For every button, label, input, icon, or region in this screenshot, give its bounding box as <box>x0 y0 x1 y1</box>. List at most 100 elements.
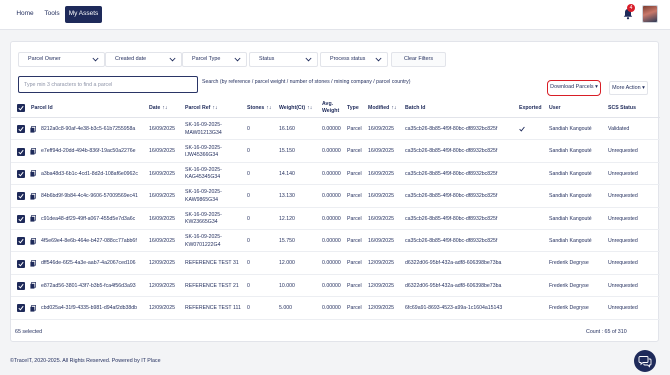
select-all-checkbox[interactable] <box>17 104 25 112</box>
row-checkbox[interactable] <box>17 259 25 268</box>
table-row[interactable]: dff546de-6f25-4a3e-aab7-4a2067ced106 12/0… <box>11 252 660 275</box>
copy-icon[interactable] <box>30 304 36 312</box>
col-stones[interactable]: Stones ↑↓ <box>247 105 271 112</box>
cell-parcel-id[interactable]: e872ad56-3801-43f7-b3b5-fca4f56d3a93 <box>41 283 136 290</box>
cell-type: Parcel <box>347 305 362 312</box>
copy-icon[interactable] <box>30 260 36 267</box>
check-icon <box>18 261 24 267</box>
col-modified-label: Modified <box>368 105 390 111</box>
cell-user: Sandiah Kangouté <box>549 193 592 200</box>
row-checkbox[interactable] <box>17 237 25 246</box>
copy-icon[interactable] <box>30 192 36 200</box>
cell-scs-status: Unrequested <box>608 305 638 312</box>
cell-parcel-ref: SK-16-09-2025- <box>185 211 222 218</box>
col-avg-weight[interactable]: Avg. Weight <box>322 101 344 114</box>
cell-parcel-id[interactable]: 4f5e69e4-8e6b-464e-b427-088cc77abb6f <box>41 238 137 245</box>
more-action-button[interactable]: More Action ▾ <box>609 81 648 95</box>
table-row[interactable]: 4f5e69e4-8e6b-464e-b427-088cc77abb6f 16/0… <box>11 230 660 253</box>
parcel-search-input[interactable] <box>18 76 198 93</box>
process-status-filter[interactable]: Process status <box>320 52 388 67</box>
col-modified[interactable]: Modified ↑↓ <box>368 105 397 112</box>
col-batch-id[interactable]: Batch Id <box>405 105 425 112</box>
cell-batch-id: ca35cb26-8b85-4f9f-80bc-df8932bc825f <box>405 125 498 132</box>
row-checkbox[interactable] <box>17 214 25 223</box>
cell-avg-weight: 0.00000 <box>322 170 341 177</box>
notification-badge: 4 <box>627 4 635 12</box>
parcel-type-filter[interactable]: Parcel Type <box>182 52 247 67</box>
cell-parcel-id[interactable]: cbd025a4-31f9-4335-b981-d94af2db38db <box>41 305 137 312</box>
cell-user: Sandiah Kangouté <box>549 148 592 155</box>
row-checkbox[interactable] <box>17 304 25 313</box>
cell-parcel-id[interactable]: 84b6bd9f-9b84-4c4c-9606-57009569ec41 <box>41 193 138 200</box>
parcel-owner-filter[interactable]: Parcel Owner <box>18 52 105 67</box>
col-user[interactable]: User <box>549 105 561 112</box>
nav-my-assets[interactable]: My Assets <box>65 6 102 23</box>
copy-icon[interactable] <box>30 125 36 133</box>
col-date-label: Date <box>149 105 161 111</box>
created-date-filter[interactable]: Created date <box>105 52 182 67</box>
cell-user: Sandiah Kangouté <box>549 215 592 222</box>
col-parcel-ref[interactable]: Parcel Ref ↑↓ <box>185 105 218 112</box>
chevron-down-icon <box>169 57 176 62</box>
table-row[interactable]: 8212a0c8-90af-4e38-b3c5-61b7255958a 16/09… <box>11 118 660 141</box>
cell-stones: 0 <box>247 125 250 132</box>
cell-modified: 12/09/2025 <box>368 305 394 312</box>
cell-parcel-ref-line2: KW23665G34 <box>185 219 218 226</box>
parcel-type-label: Parcel Type <box>192 56 221 62</box>
cell-parcel-id[interactable]: 8212a0c8-90af-4e38-b3c5-61b7255958a <box>41 126 135 133</box>
nav-home[interactable]: Home <box>13 6 37 22</box>
col-date[interactable]: Date ↑↓ <box>149 105 167 112</box>
cell-parcel-ref: REFERENCE TEST 21 <box>185 282 239 289</box>
cell-parcel-id[interactable]: dff546de-6f25-4a3e-aab7-4a2067ced106 <box>41 260 136 267</box>
cell-type: Parcel <box>347 237 362 244</box>
status-filter[interactable]: Status <box>249 52 318 67</box>
cell-scs-status: Validated <box>608 125 630 132</box>
copy-icon[interactable] <box>30 237 36 245</box>
row-checkbox[interactable] <box>17 281 25 290</box>
cell-stones: 0 <box>247 148 250 155</box>
col-exported[interactable]: Exported <box>519 105 541 112</box>
table-row[interactable]: e7eff94d-20dd-494b-836f-19ac50a2276e 16/0… <box>11 140 660 163</box>
cell-parcel-id[interactable]: e7eff94d-20dd-494b-836f-19ac50a2276e <box>41 148 136 155</box>
copy-icon[interactable] <box>30 215 36 222</box>
row-checkbox[interactable] <box>17 125 25 134</box>
sort-icon: ↑↓ <box>212 105 218 111</box>
col-stones-label: Stones <box>247 105 265 111</box>
col-type[interactable]: Type <box>347 105 359 112</box>
clear-filters-button[interactable]: Clear Filters <box>391 52 446 67</box>
table-row[interactable]: cbd025a4-31f9-4335-b981-d94af2db38db 12/0… <box>11 297 660 320</box>
cell-weight: 12.000 <box>279 260 295 267</box>
row-checkbox[interactable] <box>17 192 25 201</box>
download-parcels-button[interactable]: Download Parcels ▾ <box>547 80 601 96</box>
parcel-owner-label: Parcel Owner <box>28 56 61 62</box>
cell-weight: 16.160 <box>279 125 295 132</box>
col-scs-status[interactable]: SCS Status <box>608 105 636 112</box>
avatar[interactable] <box>642 5 658 23</box>
table-row[interactable]: a3ba48d3-6b1c-4cd1-8d2d-108af6e0962c 16/0… <box>11 163 660 186</box>
copy-icon[interactable] <box>30 148 36 155</box>
sort-icon: ↑↓ <box>307 105 313 111</box>
cell-parcel-id[interactable]: a3ba48d3-6b1c-4cd1-8d2d-108af6e0962c <box>41 171 138 178</box>
copy-icon[interactable] <box>30 282 36 290</box>
cell-parcel-id[interactable]: c91dea48-df29-49ff-a067-455d5e7d3a6c <box>41 216 135 223</box>
cell-avg-weight: 0.00000 <box>322 148 341 155</box>
col-parcel-id[interactable]: Parcel Id <box>31 105 53 112</box>
cell-parcel-ref: SK-16-09-2025- <box>185 144 222 151</box>
check-icon <box>18 127 24 132</box>
table-row[interactable]: e872ad56-3801-43f7-b3b5-fca4f56d3a93 12/0… <box>11 275 660 298</box>
row-checkbox[interactable] <box>17 169 25 178</box>
row-checkbox[interactable] <box>17 147 25 156</box>
chevron-down-icon <box>234 57 241 62</box>
table-row[interactable]: c91dea48-df29-49ff-a067-455d5e7d3a6c 16/0… <box>11 208 660 230</box>
cell-modified: 16/09/2025 <box>368 215 394 222</box>
nav-tools[interactable]: Tools <box>41 6 63 22</box>
cell-batch-id: 6fc69a91-8693-4523-a99a-1c1604a15143 <box>405 305 503 312</box>
copy-icon[interactable] <box>30 170 36 178</box>
col-weight[interactable]: Weight(Ct) ↑↓ <box>279 105 312 112</box>
help-chat-button[interactable] <box>634 350 656 372</box>
cell-stones: 0 <box>247 282 250 289</box>
chevron-down-icon <box>305 57 312 62</box>
search-hint: Search (by reference / parcel weight / n… <box>202 79 411 85</box>
cell-modified: 16/09/2025 <box>368 193 394 200</box>
table-row[interactable]: 84b6bd9f-9b84-4c4c-9606-57009569ec41 16/0… <box>11 185 660 208</box>
